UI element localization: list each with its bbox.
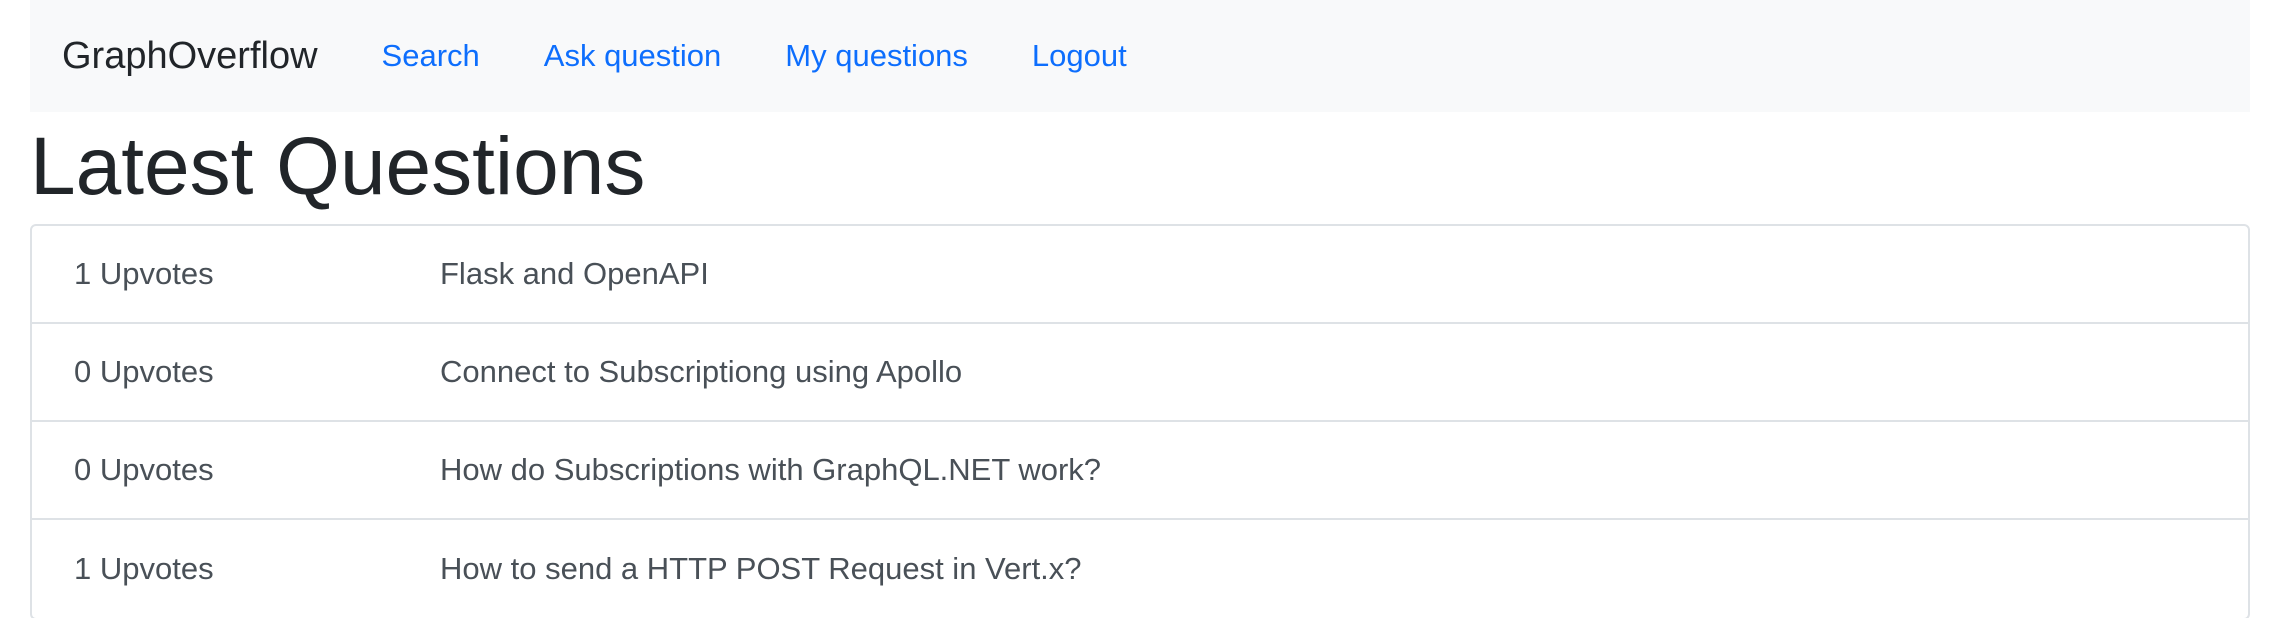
questions-list: 1 Upvotes Flask and OpenAPI 0 Upvotes Co…	[30, 224, 2250, 618]
nav-link-search[interactable]: Search	[382, 38, 480, 74]
question-row[interactable]: 0 Upvotes How do Subscriptions with Grap…	[32, 422, 2248, 520]
question-upvotes: 0 Upvotes	[74, 354, 214, 389]
question-title: Flask and OpenAPI	[440, 256, 709, 291]
page-title: Latest Questions	[30, 121, 646, 212]
question-title: How to send a HTTP POST Request in Vert.…	[440, 551, 1082, 586]
question-row[interactable]: 1 Upvotes Flask and OpenAPI	[32, 226, 2248, 324]
question-title: How do Subscriptions with GraphQL.NET wo…	[440, 452, 1102, 487]
navbar: GraphOverflow Search Ask question My que…	[30, 0, 2250, 112]
question-upvotes: 1 Upvotes	[74, 551, 214, 586]
question-title: Connect to Subscriptiong using Apollo	[440, 354, 963, 389]
question-row[interactable]: 1 Upvotes How to send a HTTP POST Reques…	[32, 520, 2248, 618]
nav-link-my-questions[interactable]: My questions	[785, 38, 968, 74]
nav-link-logout[interactable]: Logout	[1032, 38, 1127, 74]
brand-link[interactable]: GraphOverflow	[62, 35, 318, 78]
question-upvotes: 0 Upvotes	[74, 452, 214, 487]
question-upvotes: 1 Upvotes	[74, 256, 214, 291]
nav-link-ask-question[interactable]: Ask question	[544, 38, 722, 74]
page-container: GraphOverflow Search Ask question My que…	[30, 0, 2250, 618]
question-row[interactable]: 0 Upvotes Connect to Subscriptiong using…	[32, 324, 2248, 422]
